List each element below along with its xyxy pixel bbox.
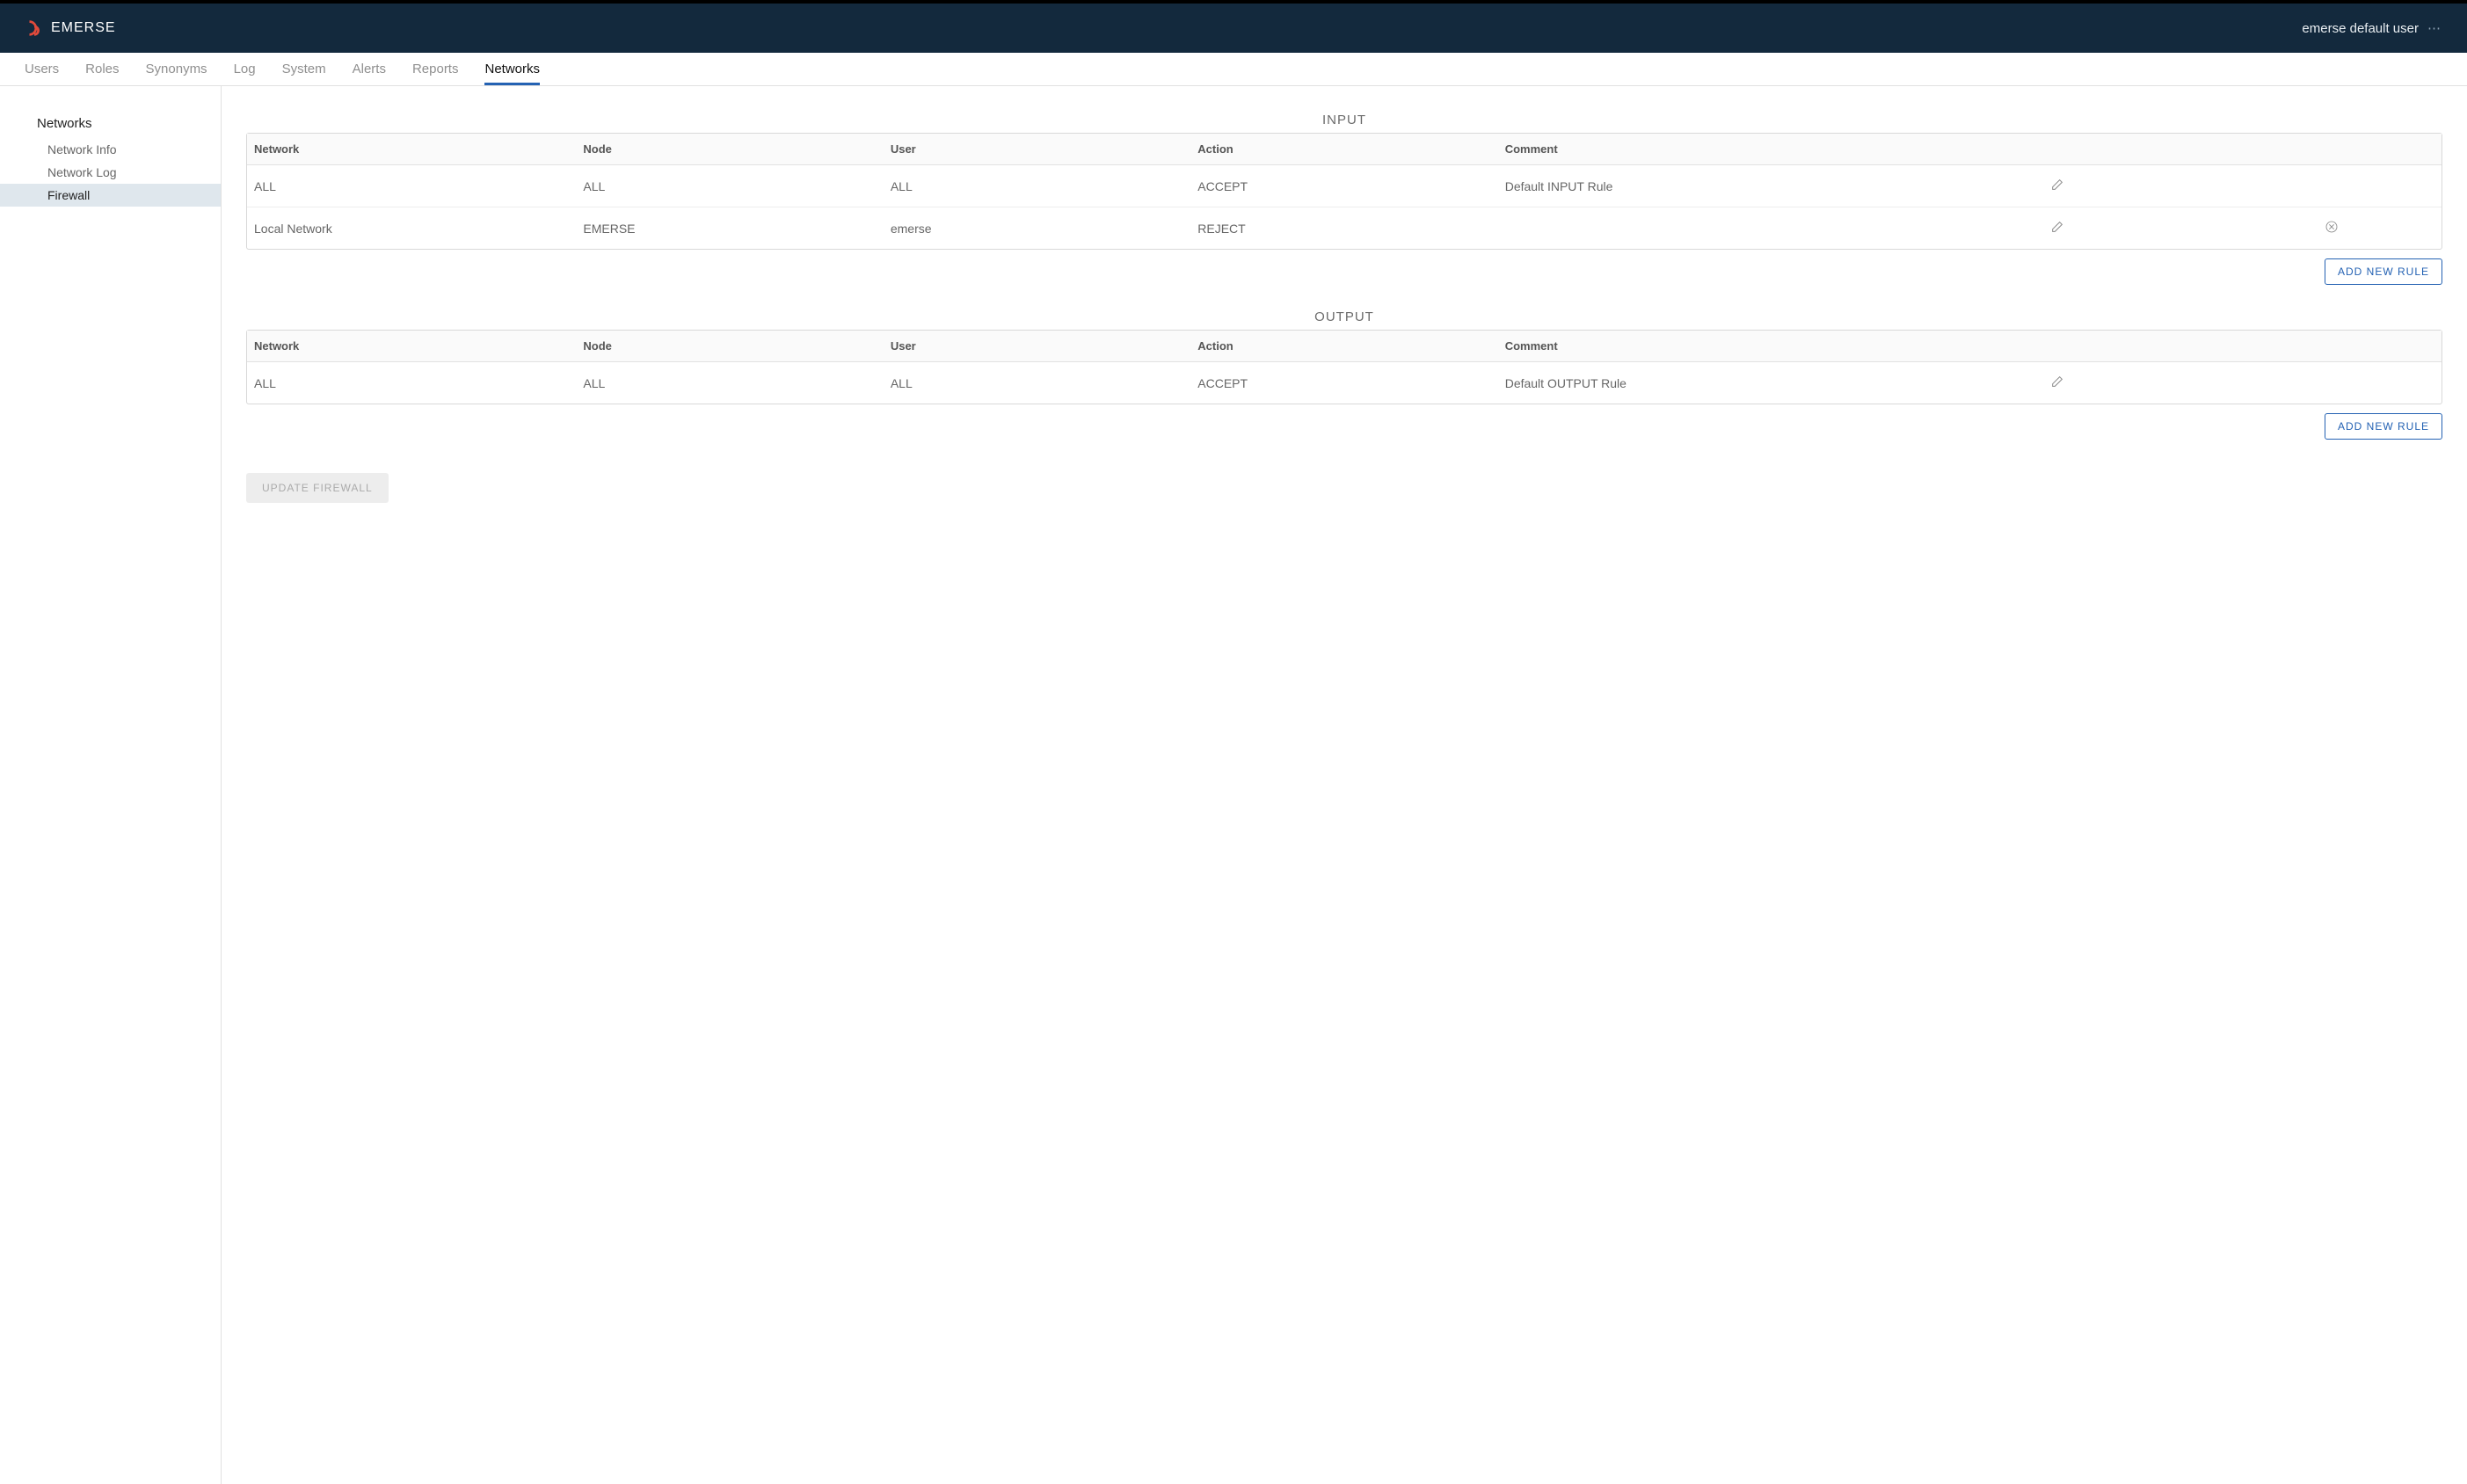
delete-rule-icon[interactable] xyxy=(2222,207,2442,249)
add-output-rule-button[interactable]: ADD NEW RULE xyxy=(2325,413,2442,440)
current-user-name: emerse default user xyxy=(2302,21,2419,36)
add-input-rule-button[interactable]: ADD NEW RULE xyxy=(2325,258,2442,285)
nav-item-reports[interactable]: Reports xyxy=(412,62,459,85)
col-header-user: User xyxy=(884,331,1190,362)
nav-item-synonyms[interactable]: Synonyms xyxy=(146,62,207,85)
edit-rule-icon[interactable] xyxy=(1893,362,2222,404)
sidebar-item-network-info[interactable]: Network Info xyxy=(0,138,221,161)
col-header-network: Network xyxy=(247,331,576,362)
main-nav: Users Roles Synonyms Log System Alerts Reports… xyxy=(0,53,2467,86)
cell-network: ALL xyxy=(247,165,576,207)
table-row: ALLALLALLACCEPTDefault OUTPUT Rule xyxy=(247,362,2442,404)
nav-item-alerts[interactable]: Alerts xyxy=(353,62,386,85)
col-header-delete xyxy=(2222,331,2442,362)
col-header-action: Action xyxy=(1190,331,1497,362)
edit-rule-icon[interactable] xyxy=(1893,207,2222,249)
cell-network: ALL xyxy=(247,362,576,404)
col-header-node: Node xyxy=(576,134,883,165)
col-header-edit xyxy=(1893,134,2222,165)
col-header-comment: Comment xyxy=(1498,331,1893,362)
input-section-title: INPUT xyxy=(246,113,2442,127)
cell-node: ALL xyxy=(576,362,883,404)
delete-rule-placeholder xyxy=(2222,362,2442,404)
table-row: Local NetworkEMERSEemerseREJECT xyxy=(247,207,2442,249)
cell-user: ALL xyxy=(884,165,1190,207)
sidebar: Networks Network InfoNetwork LogFirewall xyxy=(0,86,222,1484)
col-header-action: Action xyxy=(1190,134,1497,165)
main-content: INPUT Network Node User Action Comment A… xyxy=(222,86,2467,1484)
col-header-network: Network xyxy=(247,134,576,165)
user-menu-icon[interactable]: ⋯ xyxy=(2427,20,2442,36)
cell-comment xyxy=(1498,207,1893,249)
table-row: ALLALLALLACCEPTDefault INPUT Rule xyxy=(247,165,2442,207)
sidebar-heading: Networks xyxy=(0,113,221,138)
nav-item-log[interactable]: Log xyxy=(234,62,256,85)
col-header-user: User xyxy=(884,134,1190,165)
sidebar-item-firewall[interactable]: Firewall xyxy=(0,184,221,207)
emerse-logo-icon xyxy=(25,18,44,38)
cell-action: REJECT xyxy=(1190,207,1497,249)
cell-user: ALL xyxy=(884,362,1190,404)
cell-action: ACCEPT xyxy=(1190,362,1497,404)
cell-action: ACCEPT xyxy=(1190,165,1497,207)
col-header-comment: Comment xyxy=(1498,134,1893,165)
cell-network: Local Network xyxy=(247,207,576,249)
cell-user: emerse xyxy=(884,207,1190,249)
delete-rule-placeholder xyxy=(2222,165,2442,207)
update-firewall-button[interactable]: UPDATE FIREWALL xyxy=(246,473,389,503)
output-rules-table: Network Node User Action Comment ALLALLA… xyxy=(246,330,2442,404)
nav-item-users[interactable]: Users xyxy=(25,62,59,85)
edit-rule-icon[interactable] xyxy=(1893,165,2222,207)
nav-item-networks[interactable]: Networks xyxy=(484,62,540,85)
input-rules-table: Network Node User Action Comment ALLALLA… xyxy=(246,133,2442,250)
cell-node: ALL xyxy=(576,165,883,207)
col-header-edit xyxy=(1893,331,2222,362)
cell-comment: Default INPUT Rule xyxy=(1498,165,1893,207)
col-header-delete xyxy=(2222,134,2442,165)
brand-name: EMERSE xyxy=(51,20,116,36)
col-header-node: Node xyxy=(576,331,883,362)
output-section-title: OUTPUT xyxy=(246,309,2442,324)
brand: EMERSE xyxy=(25,18,116,38)
sidebar-item-network-log[interactable]: Network Log xyxy=(0,161,221,184)
nav-item-system[interactable]: System xyxy=(282,62,326,85)
user-area: emerse default user ⋯ xyxy=(2302,20,2442,36)
header-bar: EMERSE emerse default user ⋯ xyxy=(0,4,2467,53)
cell-comment: Default OUTPUT Rule xyxy=(1498,362,1893,404)
nav-item-roles[interactable]: Roles xyxy=(85,62,119,85)
cell-node: EMERSE xyxy=(576,207,883,249)
